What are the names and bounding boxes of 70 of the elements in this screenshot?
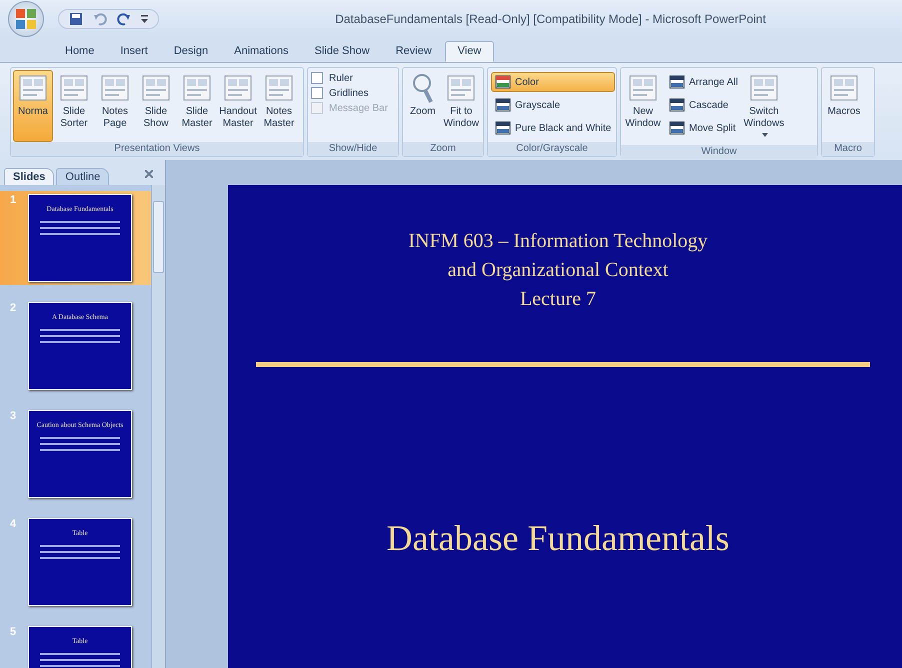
slide-number: 2	[10, 302, 18, 316]
group-label: Zoom	[403, 142, 483, 156]
fit-window-icon	[446, 73, 476, 103]
window-icon	[669, 121, 685, 135]
save-icon[interactable]	[69, 12, 83, 26]
slide-master-icon	[182, 73, 212, 103]
ribbon-tab[interactable]: Animations	[221, 41, 302, 62]
caret-icon	[762, 133, 768, 138]
checkbox-option[interactable]: Ruler	[311, 72, 388, 84]
checkbox-option[interactable]: Gridlines	[311, 87, 388, 99]
ribbon-button[interactable]: Zoom	[405, 70, 440, 142]
group-label: Color/Grayscale	[488, 142, 616, 156]
window-icon	[495, 98, 511, 112]
office-logo-icon	[13, 6, 39, 32]
slide-title: Database Fundamentals	[386, 517, 730, 559]
slide-number: 5	[10, 626, 18, 640]
notes-page-icon	[100, 73, 130, 103]
window-icon	[669, 75, 685, 89]
redo-icon[interactable]	[117, 12, 131, 26]
ribbon-small-button[interactable]: Cascade	[665, 95, 742, 115]
office-button[interactable]	[8, 1, 44, 37]
slide-sorter-icon	[59, 73, 89, 103]
ribbon-button[interactable]: Fit to Window	[441, 70, 481, 142]
ribbon-small-button[interactable]: Move Split	[665, 118, 742, 138]
ribbon-button[interactable]: Handout Master	[218, 70, 258, 142]
ribbon-button[interactable]: Slide Sorter	[54, 70, 94, 142]
ribbon-button[interactable]: Notes Page	[95, 70, 135, 142]
undo-icon[interactable]	[93, 12, 107, 26]
group-label: Window	[621, 145, 817, 159]
ribbon-button[interactable]: Slide Master	[177, 70, 217, 142]
handout-icon	[223, 73, 253, 103]
scrollbar[interactable]	[151, 185, 165, 668]
group-label: Macro	[822, 142, 874, 156]
ribbon-tab[interactable]: Review	[382, 41, 445, 62]
slide-number: 1	[10, 194, 18, 208]
checkbox[interactable]	[311, 87, 323, 99]
ribbon-button[interactable]: Macros	[824, 70, 864, 142]
window-icon	[495, 75, 511, 89]
ribbon-tab[interactable]: Home	[52, 41, 108, 62]
window-icon	[669, 98, 685, 112]
ribbon-button[interactable]: New Window	[623, 70, 663, 145]
ribbon-tab[interactable]: Insert	[107, 41, 161, 62]
slide-heading: INFM 603 – Information Technology and Organizational Context Lecture 7	[407, 229, 709, 312]
ribbon-tab[interactable]: View	[444, 41, 494, 62]
normal-view-icon	[18, 73, 48, 103]
window-title: DatabaseFundamentals [Read-Only] [Compatibility Mode] - Microsoft PowerPoint	[334, 12, 767, 26]
slide-number: 3	[10, 410, 18, 424]
pane-tab[interactable]: Outline	[56, 168, 110, 185]
ribbon-small-button[interactable]: Arrange All	[665, 72, 742, 92]
group-label: Show/Hide	[308, 142, 398, 156]
ribbon-tab[interactable]: Slide Show	[302, 41, 383, 62]
close-icon[interactable]	[145, 170, 153, 178]
ribbon-small-button[interactable]: Color	[491, 72, 616, 92]
ribbon-small-button[interactable]: Pure Black and White	[491, 118, 616, 138]
ribbon-tab[interactable]: Design	[160, 41, 222, 62]
ribbon-button[interactable]: Slide Show	[136, 70, 176, 142]
macros-icon	[829, 73, 859, 103]
ribbon-button[interactable]: Switch Windows	[744, 70, 784, 145]
new-window-icon	[628, 73, 658, 103]
checkbox[interactable]	[311, 72, 323, 84]
slide-number: 4	[10, 518, 18, 532]
switch-windows-icon	[748, 73, 779, 103]
notes-master-icon	[264, 73, 294, 103]
customize-caret-icon[interactable]	[141, 14, 148, 24]
group-label: Presentation Views	[11, 142, 303, 156]
ribbon-small-button[interactable]: Grayscale	[491, 95, 616, 115]
ribbon-button[interactable]: Norma	[13, 70, 53, 142]
pane-tab[interactable]: Slides	[4, 168, 54, 185]
ribbon-button[interactable]: Notes Master	[259, 70, 299, 142]
window-icon	[495, 121, 511, 135]
